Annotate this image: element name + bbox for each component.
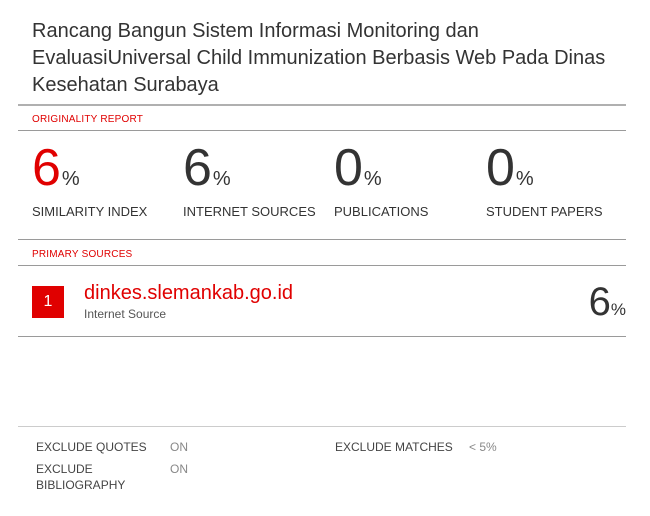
publications-label: PUBLICATIONS [334, 204, 429, 219]
stat-similarity-index: 6% SIMILARITY INDEX [32, 139, 147, 219]
internet-sources-unit: % [212, 168, 231, 190]
originality-report-label: ORIGINALITY REPORT [32, 114, 144, 125]
exclude-quotes-label: EXCLUDE QUOTES [36, 440, 147, 454]
exclude-bibliography-value: ON [170, 462, 188, 476]
stat-publications: 0% PUBLICATIONS [334, 139, 428, 219]
student-papers-unit: % [515, 168, 534, 190]
exclude-matches-value: < 5% [469, 440, 497, 454]
internet-sources-value: 6 [183, 139, 212, 197]
source-percentage: 6% [589, 282, 626, 322]
footer-divider [18, 426, 626, 427]
title-divider [18, 104, 626, 106]
primary-sources-divider [18, 265, 626, 266]
similarity-index-value: 6 [32, 139, 61, 197]
internet-sources-label: INTERNET SOURCES [183, 204, 316, 219]
stat-internet-sources: 6% INTERNET SOURCES [183, 139, 316, 219]
source-percentage-value: 6 [588, 280, 611, 324]
exclude-quotes-value: ON [170, 440, 188, 454]
document-title: Rancang Bangun Sistem Informasi Monitori… [32, 20, 606, 96]
sources-end-divider [18, 336, 626, 337]
exclude-matches-label: EXCLUDE MATCHES [335, 440, 453, 454]
student-papers-label: STUDENT PAPERS [486, 204, 603, 219]
primary-sources-label: PRIMARY SOURCES [32, 249, 133, 260]
source-rank-badge: 1 [32, 286, 64, 318]
similarity-index-unit: % [61, 168, 80, 190]
publications-unit: % [363, 168, 382, 190]
publications-value: 0 [334, 139, 363, 197]
similarity-index-label: SIMILARITY INDEX [32, 204, 148, 219]
stat-student-papers: 0% STUDENT PAPERS [486, 139, 603, 219]
source-type-label: Internet Source [84, 307, 167, 321]
exclude-bibliography-label: EXCLUDE BIBLIOGRAPHY [36, 462, 126, 492]
originality-divider [18, 130, 626, 131]
source-percentage-unit: % [610, 300, 626, 319]
stats-divider [18, 239, 626, 240]
source-url-link[interactable]: dinkes.slemankab.go.id [84, 282, 293, 305]
student-papers-value: 0 [486, 139, 515, 197]
